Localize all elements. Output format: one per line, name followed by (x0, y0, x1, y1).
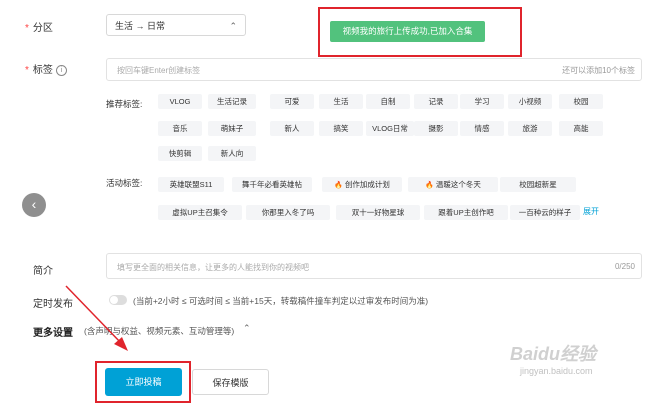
tag-input[interactable]: 按回车键Enter创建标签 还可以添加10个标签 (106, 58, 642, 81)
recommended-tag[interactable]: VLOG (158, 94, 202, 109)
chevron-up-icon: ⌃ (229, 21, 237, 31)
required-mark: * (25, 65, 29, 76)
activity-tag[interactable]: 双十一好物星球 (336, 205, 420, 220)
activity-tags-label: 活动标签: (106, 178, 143, 188)
activity-tag[interactable]: 跟着UP主创作吧 (424, 205, 508, 220)
intro-placeholder: 填写更全面的相关信息，让更多的人能找到你的视频吧 (117, 263, 309, 272)
upload-success-toast: 视频我的旅行上传成功,已加入合集 (330, 21, 485, 42)
activity-tag[interactable]: 舞千年必看英雄帖 (232, 177, 312, 192)
tag-input-placeholder: 按回车键Enter创建标签 (117, 66, 201, 75)
recommended-tag[interactable]: 自制 (366, 94, 410, 109)
recommended-tag[interactable]: 校园 (559, 94, 603, 109)
tag-remaining-count: 还可以添加10个标签 (562, 66, 635, 75)
recommended-tag[interactable]: 生活记录 (208, 94, 256, 109)
activity-tag[interactable]: 英雄联盟S11 (158, 177, 224, 192)
activity-tag[interactable]: 校园超新星 (500, 177, 576, 192)
recommended-tag[interactable]: 摄影 (414, 121, 458, 136)
info-icon: i (55, 65, 67, 76)
activity-tag[interactable]: 一百种云的样子 (510, 205, 580, 220)
recommended-tag[interactable]: 搞笑 (319, 121, 363, 136)
partition-value: 生活 → 日常 (115, 21, 166, 31)
activity-tag[interactable]: 🔥 温暖这个冬天 (408, 177, 498, 192)
recommended-tag[interactable]: 快剪辑 (158, 146, 202, 161)
fire-icon: 🔥 (334, 182, 343, 189)
activity-tag[interactable]: 虚拟UP主召集令 (158, 205, 242, 220)
recommended-tag[interactable]: 情感 (460, 121, 504, 136)
recommended-tag[interactable]: 生活 (319, 94, 363, 109)
recommended-tag[interactable]: 记录 (414, 94, 458, 109)
chevron-up-icon[interactable]: ⌃ (243, 323, 251, 334)
save-template-button[interactable]: 保存模版 (192, 369, 269, 395)
recommended-tags-label: 推荐标签: (106, 99, 143, 109)
activity-tag[interactable]: 🔥 创作加成计划 (322, 177, 402, 192)
required-mark: * (25, 23, 29, 34)
intro-label: 简介 (33, 266, 53, 277)
tags-label: * 标签 i (25, 61, 67, 76)
recommended-tag[interactable]: 新人 (270, 121, 314, 136)
recommended-tag[interactable]: 高能 (559, 121, 603, 136)
intro-textarea[interactable]: 填写更全面的相关信息，让更多的人能找到你的视频吧 0/250 (106, 253, 642, 279)
expand-tags-link[interactable]: 展开 (583, 206, 599, 217)
partition-select[interactable]: 生活 → 日常 ⌃ (106, 14, 246, 36)
chevron-left-icon: ‹ (31, 196, 37, 212)
activity-tag[interactable]: 你那里入冬了吗 (246, 205, 330, 220)
recommended-tag[interactable]: 音乐 (158, 121, 202, 136)
recommended-tag[interactable]: VLOG日常 (366, 121, 414, 136)
recommended-tag[interactable]: 小视频 (508, 94, 552, 109)
partition-label: * 分区 (25, 23, 53, 34)
watermark-url: jingyan.baidu.com (520, 366, 593, 376)
recommended-tag[interactable]: 新人向 (208, 146, 256, 161)
intro-char-counter: 0/250 (614, 262, 635, 271)
recommended-tag[interactable]: 学习 (460, 94, 504, 109)
recommended-tag[interactable]: 萌妹子 (208, 121, 256, 136)
submit-button[interactable]: 立即投稿 (105, 368, 182, 396)
schedule-hint: (当前+2小时 ≤ 可选时间 ≤ 当前+15天，转载稿件撞车判定以过审发布时间为… (133, 296, 429, 306)
recommended-tag[interactable]: 可爱 (270, 94, 314, 109)
recommended-tag[interactable]: 旅游 (508, 121, 552, 136)
watermark-logo: Baidu经验 (510, 344, 597, 364)
annotation-arrow (65, 285, 128, 351)
fire-icon: 🔥 (425, 182, 434, 189)
previous-arrow-button[interactable]: ‹ (22, 193, 46, 217)
